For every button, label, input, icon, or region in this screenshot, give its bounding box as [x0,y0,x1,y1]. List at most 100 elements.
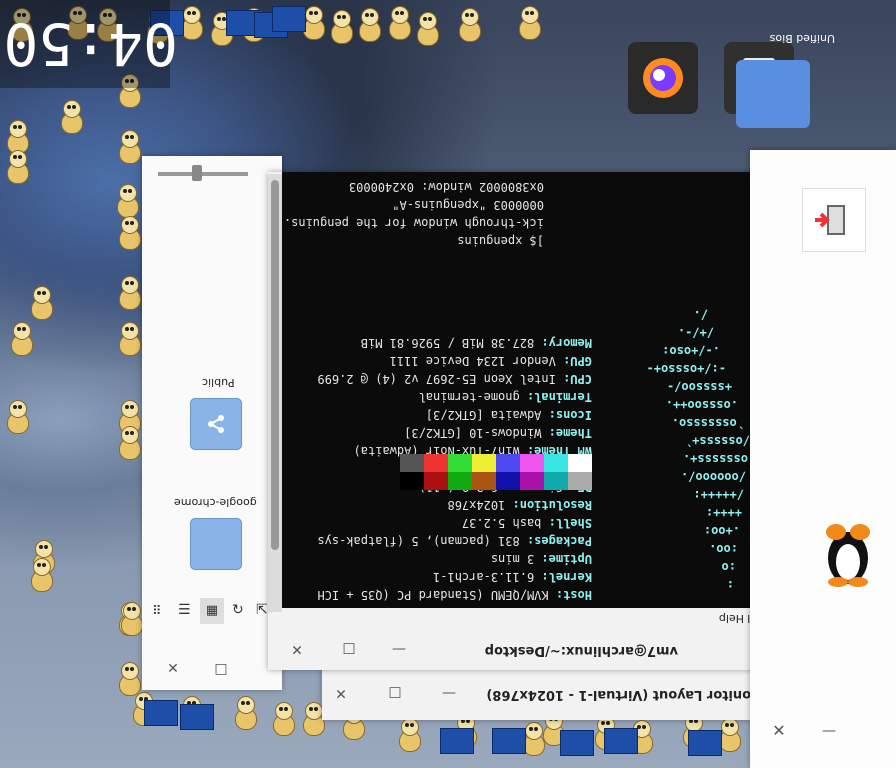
color-swatch [568,472,592,490]
ascii-logo-line: /. [693,308,708,322]
color-swatch [568,454,592,472]
system-info-line: Uptime: 3 mins [491,550,592,568]
google-chrome-folder-icon[interactable] [190,518,242,570]
small-window-icon [180,704,214,730]
xpenguin-sprite [270,700,296,736]
terminal-titlebar: vm7@archlinux:~/Desktop — □ ✕ [268,630,758,668]
color-swatch [448,472,472,490]
small-window-icon [440,728,474,754]
color-swatch [472,454,496,472]
fm-maximize-button[interactable]: □ [212,660,230,678]
xpenguin-sprite [114,182,140,218]
color-swatch [544,472,568,490]
color-swatch [424,472,448,490]
system-info-key: CPU: [563,372,592,386]
ascii-logo-line: /+++++: [693,488,744,502]
system-info-key: Theme: [548,426,592,440]
monitor-maximize-button[interactable]: □ [386,684,404,702]
xpenguin-sprite [456,6,482,42]
menu-help[interactable]: Help [719,612,744,625]
system-info-line: Packages: 831 (pacman), 5 (flatpak-sys [317,532,592,550]
right-close-button[interactable]: ✕ [770,722,788,740]
ascii-logo-line: ++++: [705,506,742,520]
terminal-scrollbar[interactable] [268,174,282,612]
terminal-scrollbar-thumb[interactable] [271,180,279,550]
ascii-logo-line: /+/-. [677,326,714,340]
system-info-key: Host: [555,588,592,602]
list-view-button[interactable]: ☰ [178,602,191,618]
small-window-icon [560,730,594,756]
terminal-content[interactable]: ]$ xpenguins ick-through window for the p… [282,172,758,608]
color-swatch [400,454,424,472]
ascii-logo-line: ossssss+. [682,452,748,466]
system-info-line: Icons: Adwaita [GTK2/3] [426,406,592,424]
clock: 04:50 [0,0,178,88]
zoom-slider-handle[interactable] [192,165,202,181]
firefox-icon[interactable] [628,42,698,114]
fm-toolbar: ⠿ ☰ ▦ ↻ ⇱ [148,598,276,626]
xpenguin-sprite [116,320,142,356]
terminal-minimize-button[interactable]: — [390,640,408,658]
desktop-icon-blue[interactable] [736,60,810,128]
ascii-logo-line: +ssssoo/- [666,380,732,394]
ascii-logo-line: :o [721,560,736,574]
system-info-value: Windows-10 [GTK2/3] [404,426,549,440]
system-info-line: Terminal: gnome-terminal [419,388,592,406]
icon-view-button[interactable]: ⠿ [152,604,162,619]
fm-close-button[interactable]: ✕ [164,660,182,678]
monitor-window-title: Monitor Layout (Virtual-1 - 1024x768) [486,687,764,702]
system-info-key: GPU: [563,354,592,368]
color-swatch [400,472,424,490]
system-info-value: gnome-terminal [418,390,527,404]
xpenguin-sprite [4,398,30,434]
ascii-logo-line: : [726,578,734,592]
zoom-slider[interactable] [158,165,248,181]
system-info-value: Vendor 1234 Device 1111 [389,354,564,368]
xpenguin-sprite [28,556,54,592]
right-minimize-button[interactable]: — [820,722,838,740]
monitor-minimize-button[interactable]: — [440,684,458,702]
system-info-line: Kernel: 6.11.3-arch1-1 [433,568,592,586]
public-folder-label: Public [202,376,235,389]
reload-icon[interactable]: ↻ [232,602,244,618]
terminal-window: ]$ xpenguins ick-through window for the p… [268,172,764,670]
monitor-layout-window: Monitor Layout (Virtual-1 - 1024x768) — … [322,664,764,720]
top-right-label: Unified Bios [769,32,835,45]
xpenguin-sprite [356,6,382,42]
small-window-icon [604,728,638,754]
ascii-logo-line: .-/+oso: [662,344,720,358]
color-swatch [520,454,544,472]
monitor-close-button[interactable]: ✕ [332,684,350,702]
small-window-icon [272,6,306,32]
system-info-value: Intel Xeon E5-2697 v2 (4) @ 2.699 [317,372,564,386]
xpenguin-sprite [58,98,84,134]
public-folder-icon[interactable] [190,398,242,450]
system-info-line: Shell: bash 5.2.37 [462,514,592,532]
system-info-key: Resolution: [512,498,592,512]
exit-icon[interactable] [802,188,866,252]
xpenguin-sprite [8,320,34,356]
grid-view-button[interactable]: ▦ [200,598,224,624]
monitor-titlebar: Monitor Layout (Virtual-1 - 1024x768) — … [322,676,764,710]
penguin-mascot-icon [816,520,880,590]
ascii-logo-line: -:/+ossso+- [646,362,726,376]
xpenguin-sprite [396,716,422,752]
system-info-value: 6.11.3-arch1-1 [433,570,542,584]
system-info-line: CPU: Intel Xeon E5-2697 v2 (4) @ 2.699 [317,370,592,388]
xpenguin-sprite [28,284,54,320]
system-info-value: 1024x768 [447,498,513,512]
terminal-close-button[interactable]: ✕ [288,640,306,658]
system-info-key: Packages: [526,534,592,548]
terminal-maximize-button[interactable]: □ [340,640,358,658]
small-window-icon [492,728,526,754]
ascii-logo-line: .+oo: [703,524,740,538]
system-info-key: Icons: [548,408,592,422]
color-swatch [520,472,544,490]
color-swatch [544,454,568,472]
color-swatch [496,454,520,472]
system-info-key: Uptime: [541,552,592,566]
system-info-line: GPU: Vendor 1234 Device 1111 [390,352,592,370]
small-window-icon [688,730,722,756]
xpenguin-sprite [328,8,354,44]
toggle-location-icon[interactable]: ⇱ [256,602,268,618]
